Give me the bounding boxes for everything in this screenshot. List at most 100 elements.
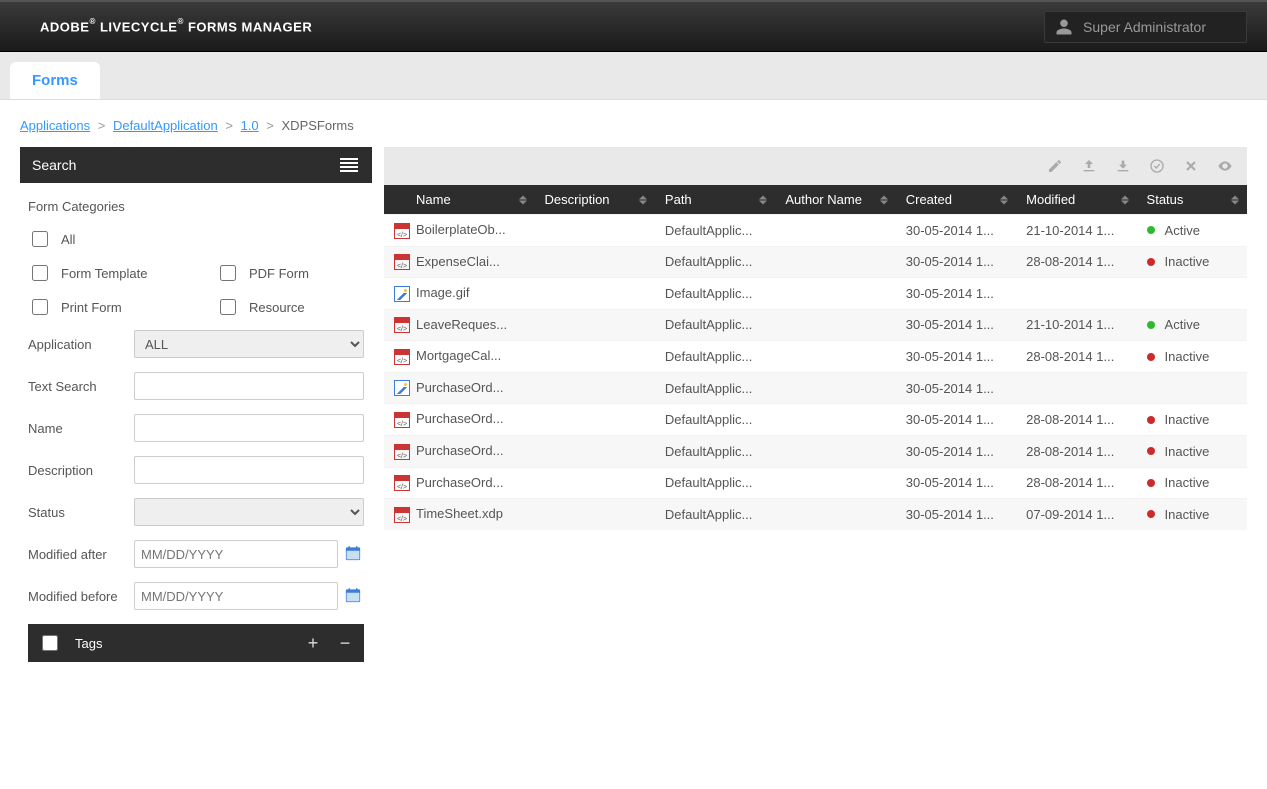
filter-resource[interactable]: Resource [216,296,364,318]
delete-button[interactable] [1183,158,1199,174]
cell-author [775,404,895,436]
upload-icon [1081,158,1097,174]
brand-part-3: FORMS MANAGER [188,19,312,34]
status-dot-icon [1147,510,1155,518]
sort-icon [1000,195,1008,204]
table-row[interactable]: TimeSheet.xdpDefaultApplic...30-05-2014 … [384,499,1247,530]
filter-template[interactable]: Form Template [28,262,176,284]
filter-print-checkbox[interactable] [32,299,48,315]
grid-toolbar [384,147,1247,185]
tab-forms[interactable]: Forms [10,62,100,99]
breadcrumb-applications[interactable]: Applications [20,118,90,133]
table-row[interactable]: BoilerplateOb...DefaultApplic...30-05-20… [384,215,1247,247]
cell-modified: 28-08-2014 1... [1016,404,1136,436]
breadcrumb-sep: > [262,118,278,133]
upload-button[interactable] [1081,158,1097,174]
filter-print[interactable]: Print Form [28,296,176,318]
status-select[interactable] [134,498,364,526]
cell-description [535,372,655,404]
tags-remove-button[interactable]: − [336,634,354,652]
application-select[interactable]: ALL [134,330,364,358]
col-status[interactable]: Status [1137,185,1247,215]
cell-description [535,278,655,310]
cell-status: Active [1137,215,1247,247]
col-created[interactable]: Created [896,185,1016,215]
image-file-icon [394,286,410,302]
cell-description [535,435,655,467]
filter-all[interactable]: All [28,228,198,250]
cell-modified: 28-08-2014 1... [1016,341,1136,373]
filter-template-checkbox[interactable] [32,265,48,281]
reg-mark-2: ® [177,17,183,26]
status-text: Active [1165,317,1200,332]
cell-status: Inactive [1137,467,1247,499]
cell-modified: 28-08-2014 1... [1016,246,1136,278]
search-menu-icon[interactable] [338,155,360,175]
col-name[interactable]: Name [384,185,535,215]
cell-path: DefaultApplic... [655,278,775,310]
table-row[interactable]: LeaveReques...DefaultApplic...30-05-2014… [384,309,1247,341]
name-input[interactable] [134,414,364,442]
close-icon [1183,158,1199,174]
filter-pdf[interactable]: PDF Form [216,262,364,284]
modified-after-input[interactable] [134,540,338,568]
modified-after-label: Modified after [28,547,134,562]
col-path[interactable]: Path [655,185,775,215]
filter-pdf-checkbox[interactable] [220,265,236,281]
col-author[interactable]: Author Name [775,185,895,215]
cell-author [775,499,895,530]
cell-modified: 28-08-2014 1... [1016,467,1136,499]
brand-part-1: ADOBE [40,19,89,34]
breadcrumb-defaultapplication[interactable]: DefaultApplication [113,118,218,133]
cell-status: Inactive [1137,341,1247,373]
text-search-input[interactable] [134,372,364,400]
cell-created: 30-05-2014 1... [896,309,1016,341]
status-dot-icon [1147,447,1155,455]
table-row[interactable]: PurchaseOrd...DefaultApplic...30-05-2014… [384,467,1247,499]
col-modified[interactable]: Modified [1016,185,1136,215]
table-row[interactable]: Image.gifDefaultApplic...30-05-2014 1... [384,278,1247,310]
edit-button[interactable] [1047,158,1063,174]
cell-created: 30-05-2014 1... [896,341,1016,373]
search-panel-header: Search [20,147,372,183]
approve-button[interactable] [1149,158,1165,174]
col-description[interactable]: Description [535,185,655,215]
modified-before-input[interactable] [134,582,338,610]
cell-author [775,278,895,310]
sort-icon [1231,195,1239,204]
tags-checkbox[interactable] [42,635,58,651]
cell-author [775,215,895,247]
application-label: Application [28,337,134,352]
cell-path: DefaultApplic... [655,404,775,436]
description-input[interactable] [134,456,364,484]
cell-status: Active [1137,309,1247,341]
cell-path: DefaultApplic... [655,372,775,404]
table-row[interactable]: PurchaseOrd...DefaultApplic...30-05-2014… [384,372,1247,404]
table-row[interactable]: ExpenseClai...DefaultApplic...30-05-2014… [384,246,1247,278]
status-dot-icon [1147,479,1155,487]
breadcrumb-version[interactable]: 1.0 [241,118,259,133]
breadcrumb-current: XDPSForms [282,118,354,133]
user-menu[interactable]: Super Administrator [1044,11,1247,43]
status-label: Status [28,505,134,520]
calendar-icon [344,544,362,562]
cell-description [535,309,655,341]
cell-modified [1016,278,1136,310]
download-button[interactable] [1115,158,1131,174]
calendar-before-button[interactable] [342,582,364,608]
calendar-after-button[interactable] [342,540,364,566]
status-text: Active [1165,223,1200,238]
preview-button[interactable] [1217,158,1233,174]
brand: ADOBE® LIVECYCLE® FORMS MANAGER [40,19,312,34]
filter-all-checkbox[interactable] [32,231,48,247]
xdp-file-icon [394,223,410,239]
breadcrumb-sep: > [94,118,110,133]
cell-path: DefaultApplic... [655,435,775,467]
table-row[interactable]: PurchaseOrd...DefaultApplic...30-05-2014… [384,404,1247,436]
filter-resource-checkbox[interactable] [220,299,236,315]
tags-add-button[interactable]: + [304,634,322,652]
status-dot-icon [1147,353,1155,361]
table-row[interactable]: MortgageCal...DefaultApplic...30-05-2014… [384,341,1247,373]
table-row[interactable]: PurchaseOrd...DefaultApplic...30-05-2014… [384,435,1247,467]
status-dot-icon [1147,258,1155,266]
